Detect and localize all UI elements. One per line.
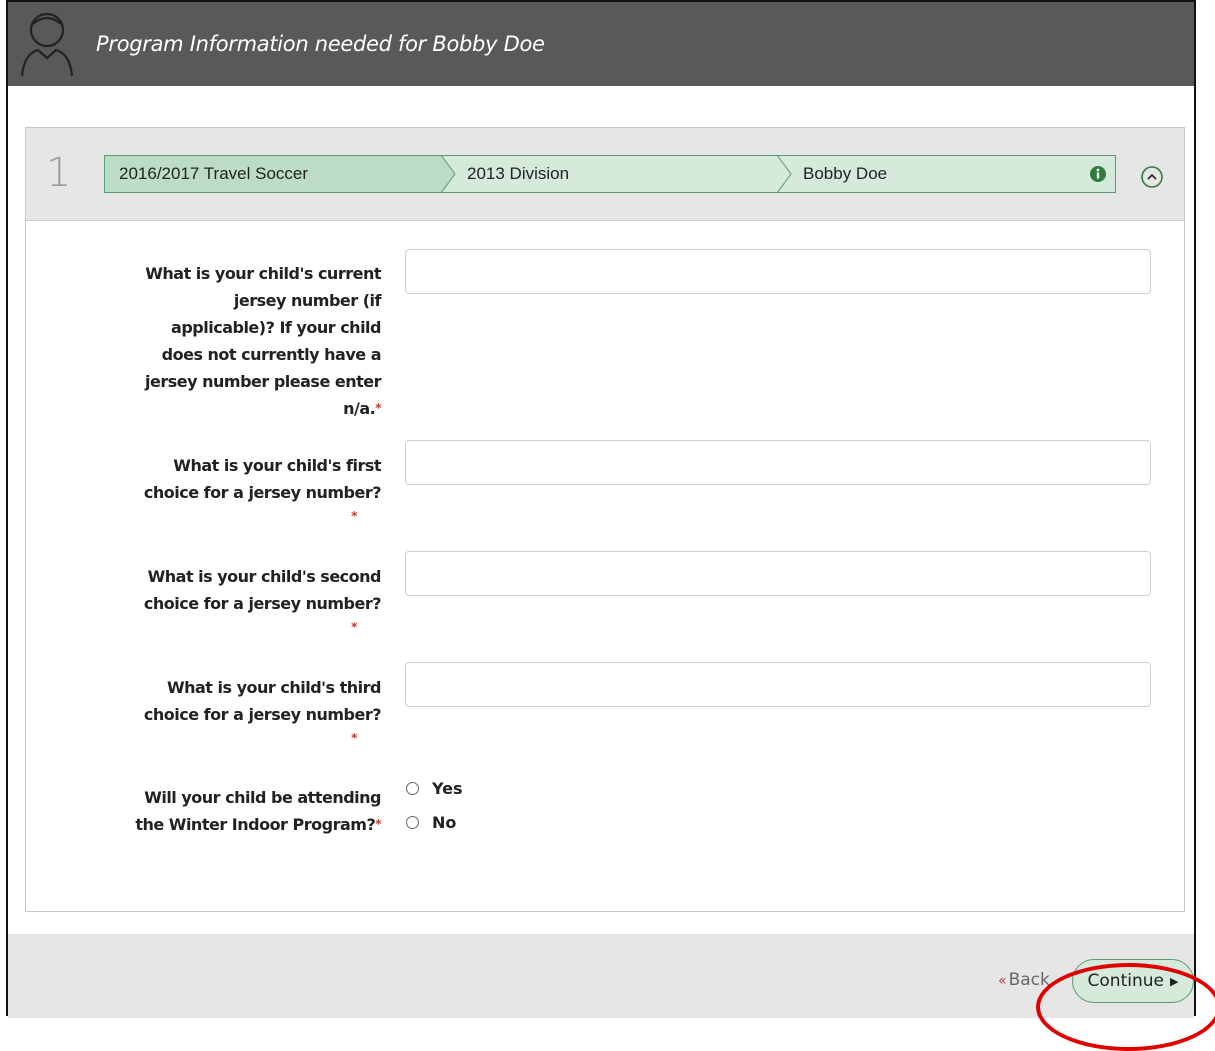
double-chevron-left-icon: « xyxy=(998,973,1007,989)
jersey-first-choice-input[interactable] xyxy=(405,440,1151,485)
jersey-second-choice-input[interactable] xyxy=(405,551,1151,596)
winter-indoor-no-option[interactable]: No xyxy=(406,810,456,834)
jersey-third-choice-input[interactable] xyxy=(405,662,1151,707)
breadcrumb-program[interactable]: 2016/2017 Travel Soccer xyxy=(105,156,441,192)
winter-indoor-no-radio[interactable] xyxy=(406,815,419,829)
continue-button[interactable]: Continue ▶ xyxy=(1072,959,1194,1003)
breadcrumb: 2016/2017 Travel Soccer 2013 Division Bo… xyxy=(104,155,1116,193)
page-frame: Program Information needed for Bobby Doe… xyxy=(6,0,1196,1018)
page-header: Program Information needed for Bobby Doe xyxy=(8,2,1194,86)
chevron-up-circle-icon[interactable] xyxy=(1140,165,1164,189)
winter-indoor-yes-label[interactable]: Yes xyxy=(432,779,463,798)
caret-right-icon: ▶ xyxy=(1169,974,1179,988)
jersey-current-input[interactable] xyxy=(405,249,1151,294)
winter-indoor-no-label[interactable]: No xyxy=(432,813,456,832)
program-panel: 1 2016/2017 Travel Soccer 2013 Division … xyxy=(25,127,1185,912)
jersey-first-choice-label: What is your child's first choice for a … xyxy=(131,452,382,526)
breadcrumb-division[interactable]: 2013 Division xyxy=(441,156,777,192)
winter-indoor-yes-option[interactable]: Yes xyxy=(406,776,463,800)
person-outline-icon xyxy=(20,12,74,77)
back-link[interactable]: «Back xyxy=(998,970,1050,990)
required-marker: * xyxy=(351,509,357,523)
required-marker: * xyxy=(375,401,381,415)
required-marker: * xyxy=(375,817,381,831)
winter-indoor-yes-radio[interactable] xyxy=(406,781,419,795)
breadcrumb-program-label: 2016/2017 Travel Soccer xyxy=(119,164,309,183)
jersey-third-choice-label: What is your child's third choice for a … xyxy=(131,674,382,748)
winter-indoor-label: Will your child be attending the Winter … xyxy=(135,788,381,834)
back-label: Back xyxy=(1008,970,1050,990)
breadcrumb-participant[interactable]: Bobby Doe xyxy=(777,156,1115,192)
step-number: 1 xyxy=(46,150,72,196)
jersey-second-choice-label: What is your child's second choice for a… xyxy=(131,563,382,637)
continue-label: Continue xyxy=(1087,971,1164,991)
info-circle-icon[interactable] xyxy=(1089,165,1107,183)
required-marker: * xyxy=(351,731,357,745)
page-footer: «Back Continue ▶ xyxy=(8,934,1194,1018)
jersey-current-label: What is your child's current jersey numb… xyxy=(145,264,381,418)
breadcrumb-participant-label: Bobby Doe xyxy=(803,164,888,183)
page-title: Program Information needed for Bobby Doe xyxy=(96,32,545,56)
step-bar: 1 2016/2017 Travel Soccer 2013 Division … xyxy=(26,128,1184,221)
breadcrumb-division-label: 2013 Division xyxy=(467,164,570,183)
required-marker: * xyxy=(351,620,357,634)
